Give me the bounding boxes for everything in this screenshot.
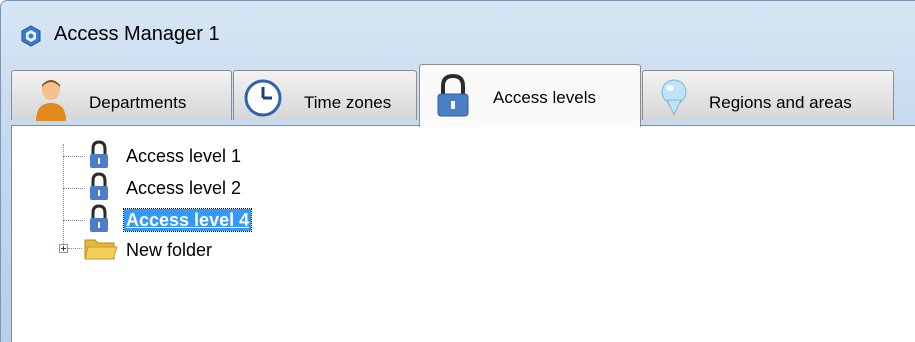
folder-icon (84, 239, 118, 260)
tab-access-levels-label: Access levels (493, 88, 596, 107)
tab-time-zones-label: Time zones (304, 93, 392, 112)
tree-connector (68, 248, 82, 249)
tab-regions-and-areas-label: Regions and areas (709, 93, 852, 112)
tree-item-new-folder[interactable]: New folder (12, 236, 612, 268)
access-levels-panel: Access level 1 Access level 2 Access lev… (11, 125, 915, 342)
tab-strip: Departments Time zones Access levels Reg… (11, 64, 915, 127)
clock-icon (244, 79, 282, 117)
tree-item-label-selected: Access level 4 (122, 208, 253, 232)
app-icon (21, 25, 41, 47)
map-pin-icon (661, 79, 687, 117)
tree-item-label: Access level 1 (126, 146, 242, 166)
padlock-icon (90, 204, 108, 232)
title-bar: Access Manager 1 (1, 1, 915, 61)
padlock-icon (90, 140, 108, 168)
tab-departments-label: Departments (89, 93, 187, 112)
window-title: Access Manager 1 (54, 23, 220, 45)
app-window: Access Manager 1 Departments Time zones (0, 0, 915, 342)
person-icon (36, 80, 66, 121)
tab-access-levels[interactable]: Access levels (419, 64, 641, 127)
expand-toggle-icon[interactable] (59, 244, 68, 253)
tab-departments[interactable]: Departments (11, 70, 232, 121)
tree-item-access-level-1[interactable]: Access level 1 (12, 140, 612, 172)
tree-item-access-level-2[interactable]: Access level 2 (12, 172, 612, 204)
padlock-icon (90, 172, 108, 200)
padlock-icon (437, 73, 469, 117)
tree-item-access-level-4[interactable]: Access level 4 (12, 204, 612, 236)
tree-item-label: Access level 2 (126, 178, 242, 198)
tree-item-label: New folder (126, 240, 213, 260)
tab-regions-and-areas[interactable]: Regions and areas (642, 70, 894, 120)
access-level-tree: Access level 1 Access level 2 Access lev… (12, 126, 915, 342)
tab-time-zones[interactable]: Time zones (233, 70, 417, 120)
